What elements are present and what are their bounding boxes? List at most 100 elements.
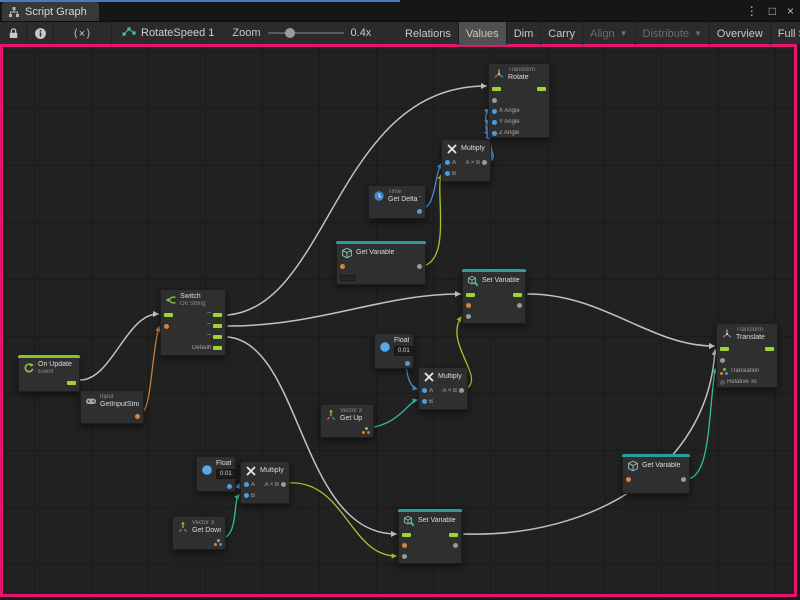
zoom-slider[interactable]	[268, 32, 344, 34]
graph-breadcrumb[interactable]: RotateSpeed 1	[112, 22, 224, 44]
toolbar-button-carry[interactable]: Carry	[541, 22, 583, 45]
cube-icon	[341, 247, 353, 259]
zoom-slider-handle[interactable]	[285, 28, 295, 38]
lock-button[interactable]	[0, 22, 27, 44]
rotate-right-port[interactable]	[537, 87, 546, 91]
window-close-icon[interactable]: ×	[787, 4, 794, 18]
window-maximize-icon[interactable]: □	[769, 4, 776, 18]
set-variable-bottom-left-port[interactable]	[402, 543, 407, 548]
multiply-center-node[interactable]: MultiplyAA × BB	[418, 367, 468, 410]
set-variable-center-left-port[interactable]	[466, 314, 471, 319]
set-variable-center-left-port[interactable]	[466, 293, 475, 297]
get-variable-top-left-port[interactable]	[340, 264, 345, 269]
set-variable-center-node[interactable]: Set Variable	[462, 269, 526, 324]
translate-right-port[interactable]	[765, 347, 774, 351]
switch-on-string-node[interactable]: SwitchOn String""""""Default	[160, 289, 226, 356]
float-top-right-port[interactable]	[405, 361, 410, 366]
multiply-bottom-node[interactable]: MultiplyAA × BB	[240, 461, 290, 504]
multiply-bottom-left-port[interactable]: A	[244, 482, 255, 488]
toolbar-button-overview[interactable]: Overview	[710, 22, 771, 45]
dot-port-gray	[482, 160, 487, 165]
script-graph-icon	[8, 6, 20, 18]
switch-on-string-left-port[interactable]	[164, 324, 169, 329]
on-update-node[interactable]: On UpdateEvent	[18, 355, 80, 392]
switch-on-string-right-port[interactable]: Default	[192, 345, 222, 351]
switch-on-string-right-port[interactable]: ""	[207, 312, 222, 318]
multiply-center-left-port[interactable]: B	[422, 399, 433, 405]
rotate-left-port[interactable]: Z Angle	[492, 130, 519, 136]
get-input-string-right-port[interactable]	[135, 414, 140, 419]
set-variable-bottom-right-port[interactable]	[449, 533, 458, 537]
float-bottom-right-port[interactable]	[227, 484, 232, 489]
port-label: ""	[207, 334, 211, 340]
toolbar-button-distribute[interactable]: Distribute▼	[636, 22, 710, 45]
on-update-right-port[interactable]	[67, 381, 76, 385]
set-variable-bottom-left-port[interactable]	[402, 554, 407, 559]
multiply-top-left-port[interactable]: A	[445, 160, 456, 166]
translate-left-port[interactable]: Translation	[720, 368, 759, 375]
float-bottom-node[interactable]: Float0.01	[196, 456, 236, 492]
toolbar-button-full-screen[interactable]: Full Screen	[771, 22, 800, 45]
multiply-top-node[interactable]: MultiplyAA × BB	[441, 139, 491, 182]
get-variable-bottom-node[interactable]: Get Variable	[622, 454, 690, 494]
multiply-top-left-port[interactable]: B	[445, 171, 456, 177]
rotate-left-port[interactable]: X Angle	[492, 108, 520, 114]
toolbar-button-values[interactable]: Values	[459, 22, 507, 45]
dropdown-caret-icon: ▼	[620, 29, 628, 38]
vector3-get-down-node[interactable]: Vector 3Get Down	[172, 516, 226, 550]
get-delta-time-kicker: Time	[388, 189, 421, 196]
port-label: Z Angle	[499, 130, 519, 136]
set-variable-bottom-right-port[interactable]	[453, 543, 458, 548]
translate-node[interactable]: TransformTranslateTranslationRelative To	[716, 323, 778, 388]
set-variable-center-right-port[interactable]	[513, 293, 522, 297]
get-variable-bottom-left-port[interactable]	[626, 477, 631, 482]
set-variable-center-right-port[interactable]	[517, 303, 522, 308]
port-label: A	[251, 482, 255, 488]
multiply-center-left-port[interactable]: A	[422, 388, 433, 394]
set-variable-center-left-port[interactable]	[466, 303, 471, 308]
get-delta-time-node[interactable]: TimeGet Delta Time	[368, 185, 426, 219]
get-variable-top-node[interactable]: Get Variable	[336, 241, 426, 285]
multiply-bottom-left-port[interactable]: B	[244, 493, 255, 499]
set-variable-bottom-left-port[interactable]	[402, 533, 411, 537]
rotate-left-port[interactable]	[492, 87, 501, 91]
vector3-get-down-right-port[interactable]	[214, 539, 222, 546]
get-variable-top-left-port[interactable]	[340, 275, 356, 281]
port-label: Y Angle	[499, 119, 520, 125]
toolbar-button-label: Values	[466, 28, 499, 40]
vector3-get-up-node[interactable]: Vector 3Get Up	[320, 404, 374, 438]
toolbar-button-dim[interactable]: Dim	[507, 22, 542, 45]
variables-toggle-button[interactable]: ⟨×⟩	[54, 22, 112, 44]
multiply-bottom-right-port[interactable]: A × B	[264, 482, 286, 488]
rotate-left-port[interactable]: Y Angle	[492, 119, 520, 125]
port-label: A	[452, 160, 456, 166]
float-top-value-field[interactable]: 0.01	[394, 346, 414, 356]
switch-on-string-left-port[interactable]	[164, 313, 173, 317]
multiply-center-right-port[interactable]: A × B	[442, 388, 464, 394]
vector3-get-up-right-port[interactable]	[362, 427, 370, 434]
toolbar-button-relations[interactable]: Relations	[398, 22, 459, 45]
switch-on-string-right-port[interactable]: ""	[207, 334, 222, 340]
window-menu-icon[interactable]: ⋮	[746, 4, 758, 18]
get-delta-time-right-port[interactable]	[417, 209, 422, 214]
rotate-left-port[interactable]	[492, 98, 497, 103]
switch-on-string-right-port[interactable]: ""	[207, 323, 222, 329]
inspect-button[interactable]	[27, 22, 54, 44]
get-variable-bottom-right-port[interactable]	[681, 477, 686, 482]
float-top-node[interactable]: Float0.01	[374, 333, 414, 369]
float-bottom-value-field[interactable]: 0.01	[216, 469, 236, 479]
translate-left-port[interactable]: Relative To	[720, 379, 757, 385]
translate-left-port[interactable]	[720, 347, 729, 351]
flow-port-shape	[213, 313, 222, 317]
rotate-node[interactable]: TransformRotateX AngleY AngleZ Angle	[488, 63, 550, 138]
tab-script-graph[interactable]: Script Graph	[2, 2, 99, 21]
set-variable-bottom-node[interactable]: Set Variable	[398, 509, 462, 564]
get-input-string-node[interactable]: InputGetInputString	[80, 390, 144, 424]
switch-on-string-port-row: ""	[161, 332, 225, 343]
toolbar-button-align[interactable]: Align▼	[583, 22, 635, 45]
rotate-port-row: Z Angle	[489, 128, 549, 139]
get-variable-top-right-port[interactable]	[417, 264, 422, 269]
translate-left-port[interactable]	[720, 358, 725, 363]
translate-port-row	[717, 344, 777, 355]
multiply-top-right-port[interactable]: A × B	[465, 160, 487, 166]
